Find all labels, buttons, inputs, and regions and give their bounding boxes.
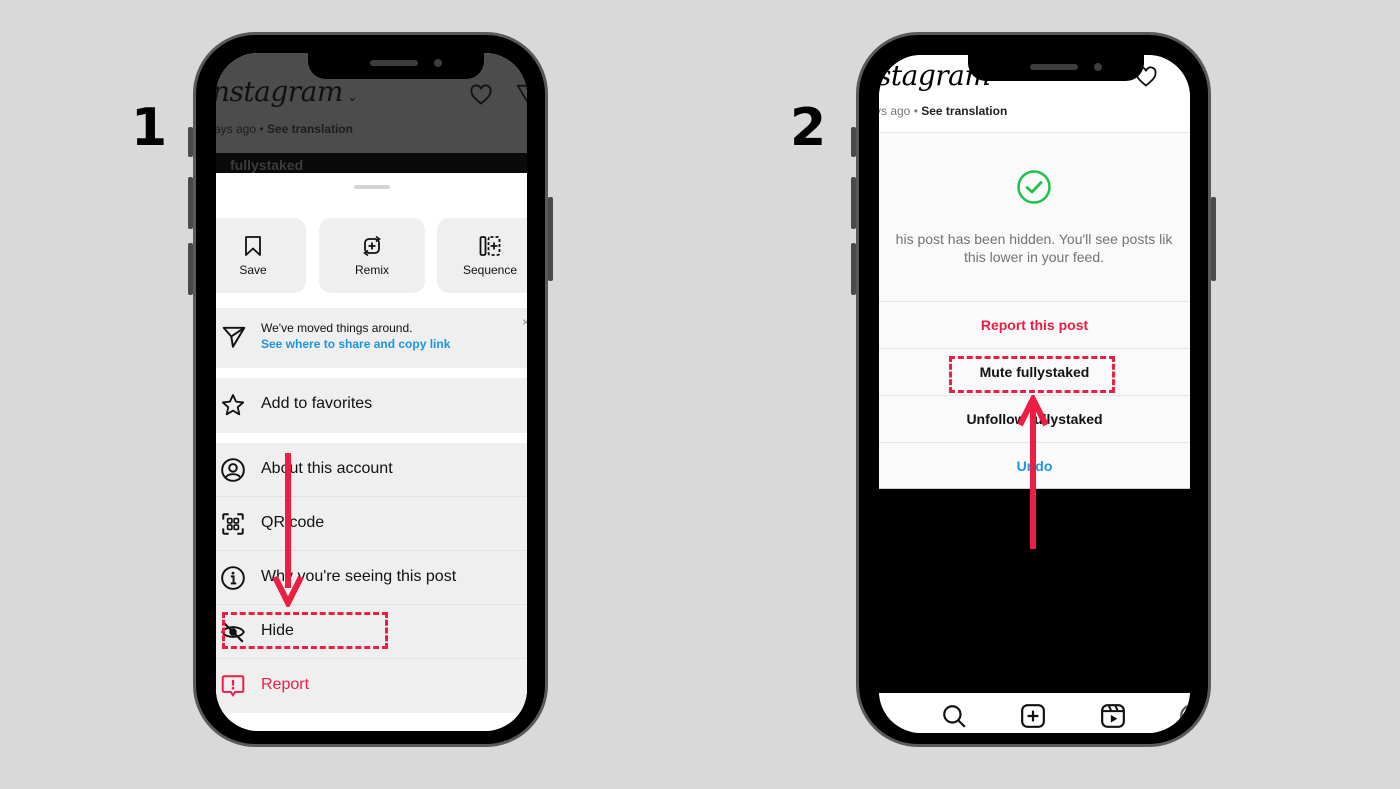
notch bbox=[968, 55, 1144, 81]
logo-text: nstagram bbox=[216, 75, 343, 108]
report-icon bbox=[221, 675, 245, 697]
annotation-arrow-shaft bbox=[285, 453, 291, 588]
power-button bbox=[1211, 197, 1216, 281]
power-button bbox=[548, 197, 553, 281]
volume-up-button bbox=[188, 177, 193, 229]
profile-avatar-icon[interactable] bbox=[1179, 703, 1190, 729]
check-circle-icon bbox=[1017, 170, 1051, 204]
moved-things-notice: We've moved things around. See where to … bbox=[216, 308, 527, 368]
qr-code-icon bbox=[222, 513, 244, 535]
bookmark-icon bbox=[245, 236, 261, 256]
heart-icon[interactable] bbox=[468, 83, 494, 107]
phone-mockup-step-1: nstagram ⌄ ays ago • See translation full… bbox=[188, 32, 553, 747]
front-camera bbox=[1094, 63, 1102, 71]
see-translation-link[interactable]: See translation bbox=[267, 122, 353, 136]
annotation-arrow-down-icon bbox=[272, 575, 304, 607]
sheet-grabber[interactable] bbox=[354, 185, 390, 189]
info-icon bbox=[221, 566, 245, 590]
annotation-highlight-mute bbox=[949, 356, 1115, 393]
hidden-text-line-2: this lower in your feed. bbox=[963, 249, 1105, 265]
close-icon[interactable]: × bbox=[522, 315, 527, 329]
annotation-arrow-shaft bbox=[1030, 405, 1036, 549]
mute-switch bbox=[851, 127, 856, 157]
user-circle-icon bbox=[221, 458, 245, 482]
menu-item-label: Add to favorites bbox=[261, 395, 373, 412]
report-post-button[interactable]: Report this post bbox=[879, 301, 1190, 348]
post-meta: ys ago • See translation bbox=[879, 104, 1007, 118]
mute-switch bbox=[188, 127, 193, 157]
speaker bbox=[1030, 64, 1078, 70]
star-icon bbox=[221, 394, 245, 416]
separator: • bbox=[259, 122, 264, 136]
phone-screen: stagram ys ago • See translation his pos… bbox=[879, 55, 1190, 733]
volume-up-button bbox=[851, 177, 856, 229]
save-button[interactable]: Save bbox=[216, 218, 306, 293]
phone-screen: nstagram ⌄ ays ago • See translation full… bbox=[216, 53, 527, 731]
menu-item-why-seeing[interactable]: Why you're seeing this post bbox=[216, 551, 527, 605]
sequence-button[interactable]: Sequence bbox=[437, 218, 527, 293]
sequence-label: Sequence bbox=[462, 263, 518, 277]
see-translation-link[interactable]: See translation bbox=[921, 104, 1007, 118]
menu-item-label: QR code bbox=[261, 514, 325, 531]
notch bbox=[308, 53, 484, 79]
sequence-icon bbox=[479, 236, 501, 256]
menu-item-about-account[interactable]: About this account bbox=[216, 443, 527, 497]
remix-label: Remix bbox=[354, 263, 389, 277]
menu-item-qr-code[interactable]: QR code bbox=[216, 497, 527, 551]
hidden-confirmation-text: his post has been hidden. You'll see pos… bbox=[879, 230, 1190, 266]
favorites-group: Add to favorites bbox=[216, 378, 527, 433]
reels-icon[interactable] bbox=[1100, 703, 1126, 729]
separator: • bbox=[913, 104, 918, 118]
menu-item-label: Report bbox=[261, 676, 310, 693]
remix-icon bbox=[363, 235, 381, 257]
remix-button[interactable]: Remix bbox=[319, 218, 425, 293]
speaker bbox=[370, 60, 418, 66]
bottom-tab-bar bbox=[879, 693, 1190, 733]
menu-item-report[interactable]: Report bbox=[216, 659, 527, 713]
chevron-down-icon: ⌄ bbox=[346, 90, 358, 105]
save-label: Save bbox=[239, 263, 267, 277]
search-icon[interactable] bbox=[941, 703, 967, 729]
annotation-highlight-hide bbox=[222, 612, 388, 649]
volume-down-button bbox=[851, 243, 856, 295]
instagram-logo[interactable]: nstagram ⌄ bbox=[216, 75, 358, 108]
volume-down-button bbox=[188, 243, 193, 295]
share-copy-link[interactable]: See where to share and copy link bbox=[261, 337, 450, 351]
hidden-text-line-1: his post has been hidden. You'll see pos… bbox=[895, 231, 1173, 247]
front-camera bbox=[434, 59, 442, 67]
post-meta: ays ago • See translation bbox=[216, 122, 353, 136]
post-actions-group: About this account QR code Why you're se… bbox=[216, 443, 527, 713]
create-icon[interactable] bbox=[1020, 703, 1046, 729]
step-number-2: 2 bbox=[790, 98, 827, 158]
post-username: fullystaked bbox=[230, 157, 304, 173]
step-number-1: 1 bbox=[131, 98, 168, 158]
phone-mockup-step-2: stagram ys ago • See translation his pos… bbox=[851, 32, 1216, 747]
post-time: ys ago bbox=[879, 104, 911, 118]
messenger-icon[interactable] bbox=[516, 83, 527, 105]
notice-text: We've moved things around. bbox=[261, 321, 413, 335]
post-time: ays ago bbox=[216, 122, 257, 136]
menu-item-label: About this account bbox=[261, 460, 393, 477]
menu-item-add-to-favorites[interactable]: Add to favorites bbox=[216, 378, 527, 432]
share-icon bbox=[222, 326, 246, 348]
